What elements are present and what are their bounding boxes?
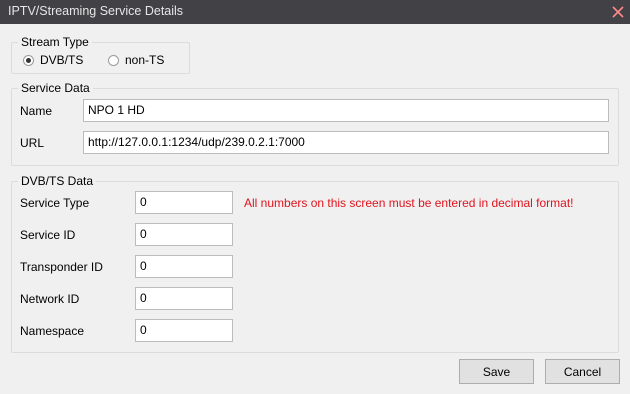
stream-type-group: Stream Type DVB/TS non-TS	[11, 35, 190, 74]
close-icon	[612, 6, 624, 18]
service-id-label: Service ID	[20, 228, 76, 242]
stream-type-legend: Stream Type	[18, 35, 92, 50]
radio-dvb-ts[interactable]: DVB/TS	[23, 53, 83, 67]
radio-non-ts-indicator	[108, 54, 119, 66]
name-field[interactable]: NPO 1 HD	[83, 99, 609, 122]
radio-dvb-ts-dot	[26, 57, 31, 63]
name-label: Name	[20, 104, 53, 118]
decimal-format-warning: All numbers on this screen must be enter…	[244, 196, 574, 210]
dialog-body: Stream Type DVB/TS non-TS Service Data N…	[0, 24, 630, 394]
url-label: URL	[20, 136, 45, 150]
close-button[interactable]	[609, 3, 627, 21]
network-id-field[interactable]: 0	[135, 287, 233, 310]
service-data-legend: Service Data	[18, 81, 93, 96]
transponder-id-field[interactable]: 0	[135, 255, 233, 278]
url-field[interactable]: http://127.0.0.1:1234/udp/239.0.2.1:7000	[83, 131, 609, 154]
window-title: IPTV/Streaming Service Details	[8, 4, 184, 18]
transponder-id-label: Transponder ID	[20, 260, 103, 274]
namespace-label: Namespace	[20, 324, 85, 338]
radio-non-ts[interactable]: non-TS	[108, 53, 164, 67]
title-bar: IPTV/Streaming Service Details	[0, 0, 630, 24]
radio-dvb-ts-label: DVB/TS	[40, 53, 84, 67]
cancel-button[interactable]: Cancel	[545, 359, 620, 384]
network-id-label: Network ID	[20, 292, 80, 306]
service-id-field[interactable]: 0	[135, 223, 233, 246]
dvb-ts-data-legend: DVB/TS Data	[18, 174, 97, 189]
namespace-field[interactable]: 0	[135, 319, 233, 342]
save-button[interactable]: Save	[459, 359, 534, 384]
radio-dvb-ts-indicator	[23, 54, 34, 66]
radio-non-ts-label: non-TS	[125, 53, 165, 67]
service-type-label: Service Type	[20, 196, 90, 210]
service-type-field[interactable]: 0	[135, 191, 233, 214]
